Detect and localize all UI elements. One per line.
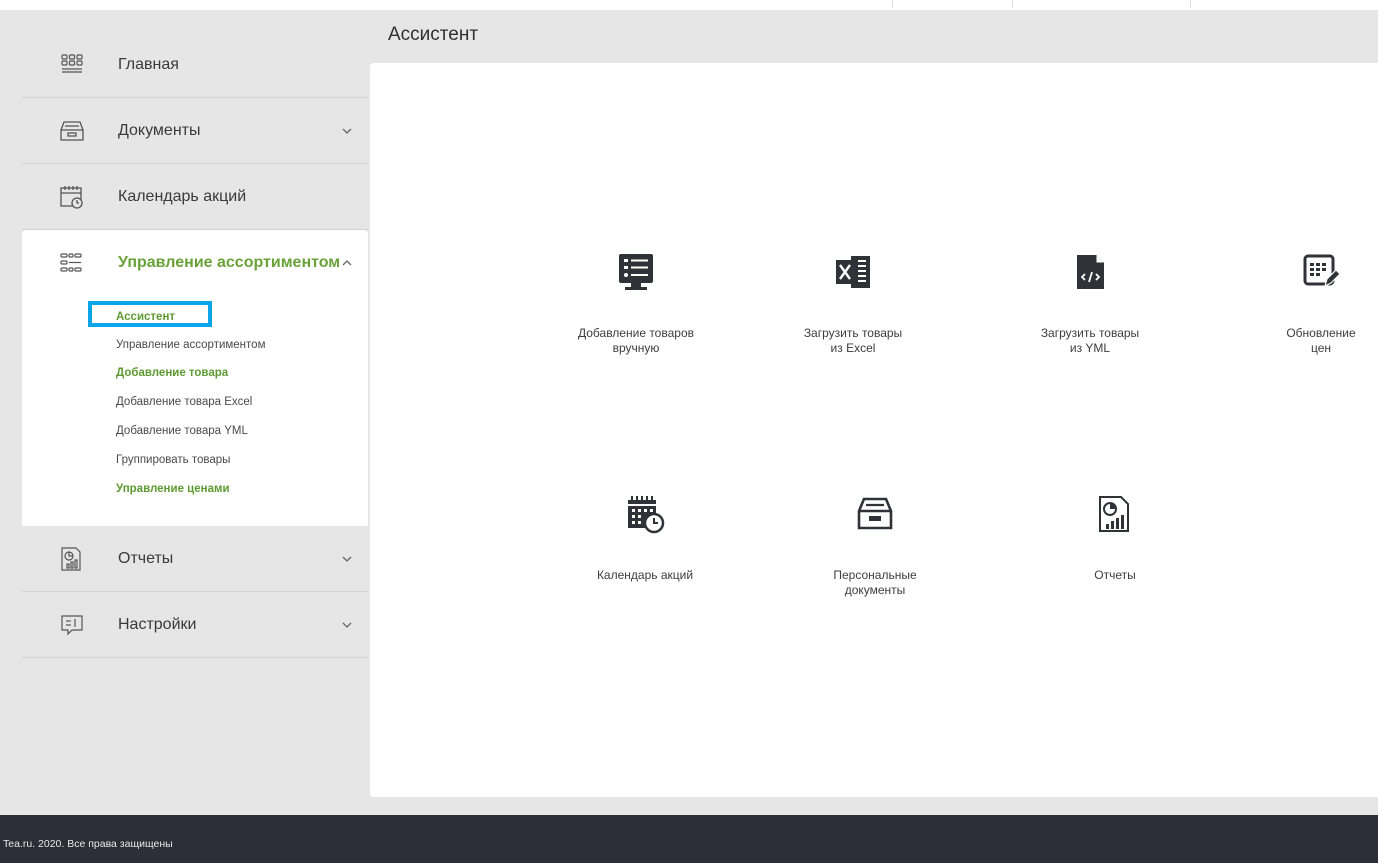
- tile-label: Календарь акций: [596, 568, 694, 582]
- sidebar-item-label: Главная: [118, 55, 179, 73]
- sidebar-item-label: Отчеты: [118, 549, 174, 567]
- submenu-item-add-product-excel[interactable]: Добавление товара Excel: [116, 396, 252, 408]
- sidebar-item-reports[interactable]: Отчеты: [22, 526, 368, 592]
- calendar-clock-icon: [625, 494, 665, 534]
- submenu-item-add-product-yml[interactable]: Добавление товара YML: [116, 425, 248, 437]
- highlight-frame: [88, 301, 212, 327]
- tile-label: Отчеты: [1094, 568, 1136, 582]
- sidebar-item-label: Настройки: [118, 615, 197, 633]
- tile-label: документы: [844, 583, 906, 597]
- table-edit-icon: [1301, 252, 1341, 292]
- tile-label: из Excel: [830, 341, 876, 355]
- tile-label: Добавление товаров: [578, 326, 694, 340]
- submenu-item-assortment-management[interactable]: Управление ассортиментом: [116, 339, 265, 351]
- sidebar-item-home[interactable]: Главная: [22, 32, 368, 98]
- main-content: Добавление товаров вручную Загрузить това…: [370, 63, 1378, 797]
- report-chart-icon: [1095, 494, 1135, 534]
- top-bar: [0, 0, 1378, 10]
- sidebar-item-calendar[interactable]: Календарь акций: [22, 164, 368, 230]
- tile-upload-yml[interactable]: Загрузить товары из YML: [990, 252, 1190, 356]
- chat-settings-icon: [58, 611, 86, 639]
- tile-reports[interactable]: Отчеты: [1015, 494, 1215, 583]
- inbox-tray-icon: [855, 494, 895, 534]
- page-title: Ассистент: [388, 24, 479, 45]
- tile-label: Загрузить товары: [803, 326, 903, 340]
- chevron-down-icon[interactable]: [340, 552, 354, 566]
- chevron-down-icon[interactable]: [340, 124, 354, 138]
- inbox-tray-icon: [58, 117, 86, 145]
- tile-label: Обновление: [1286, 326, 1356, 340]
- tile-label: Загрузить товары: [1040, 326, 1140, 340]
- sidebar: Главная Документы Календарь акций Управл…: [22, 10, 368, 816]
- calendar-clock-icon: [58, 183, 86, 211]
- top-divider: [1012, 0, 1013, 8]
- footer: Tea.ru. 2020. Все права защищены: [0, 815, 1378, 863]
- submenu-item-add-product[interactable]: Добавление товара: [116, 367, 228, 379]
- tile-label: цен: [1310, 341, 1332, 355]
- tile-promo-calendar[interactable]: Календарь акций: [545, 494, 745, 583]
- chevron-down-icon[interactable]: [340, 618, 354, 632]
- submenu-item-group-products[interactable]: Группировать товары: [116, 454, 230, 466]
- chevron-up-icon[interactable]: [340, 256, 354, 270]
- code-file-icon: [1070, 252, 1110, 292]
- tile-update-prices[interactable]: Обновление цен: [1221, 252, 1378, 356]
- grid-keyboard-icon: [58, 51, 86, 79]
- sidebar-item-assortment[interactable]: Управление ассортиментом: [22, 230, 368, 296]
- list-settings-icon: [58, 249, 86, 277]
- sidebar-item-label: Управление ассортиментом: [118, 254, 341, 271]
- list-monitor-icon: [616, 252, 656, 292]
- tile-upload-excel[interactable]: Загрузить товары из Excel: [753, 252, 953, 356]
- sidebar-item-label: Календарь акций: [118, 187, 247, 205]
- sidebar-item-settings[interactable]: Настройки: [22, 592, 368, 658]
- footer-copyright: Tea.ru. 2020. Все права защищены: [3, 838, 173, 850]
- tile-label: из YML: [1069, 341, 1111, 355]
- tile-add-manually[interactable]: Добавление товаров вручную: [536, 252, 736, 356]
- excel-icon: [833, 252, 873, 292]
- tile-personal-documents[interactable]: Персональные документы: [775, 494, 975, 598]
- sidebar-item-label: Документы: [118, 121, 201, 139]
- top-divider: [892, 0, 893, 8]
- sidebar-item-documents[interactable]: Документы: [22, 98, 368, 164]
- report-chart-icon: [58, 545, 86, 573]
- submenu-item-price-management[interactable]: Управление ценами: [116, 483, 230, 495]
- tile-label: вручную: [612, 341, 660, 355]
- top-divider: [1190, 0, 1191, 8]
- tile-label: Персональные: [833, 568, 917, 582]
